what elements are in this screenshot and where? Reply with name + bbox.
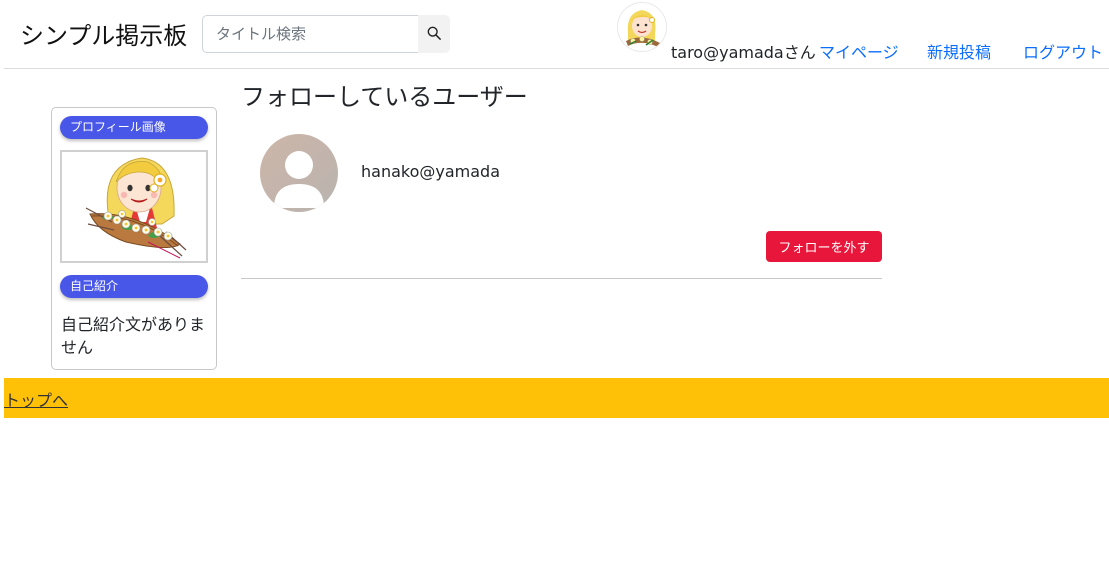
unfollow-button[interactable]: フォローを外す xyxy=(766,231,882,262)
followed-user-name[interactable]: hanako@yamada xyxy=(361,162,500,181)
nav-avatar[interactable] xyxy=(617,2,667,52)
search-form xyxy=(202,15,450,53)
site-brand[interactable]: シンプル掲示板 xyxy=(20,16,187,51)
search-input[interactable] xyxy=(202,15,418,53)
profile-illustration xyxy=(60,150,208,263)
profile-card: プロフィール画像 自己紹介 自己紹介文がありません xyxy=(51,107,217,370)
user-avatar-icon[interactable] xyxy=(260,134,338,212)
current-user-label: taro@yamadaさん xyxy=(671,43,816,62)
nav-link-logout[interactable]: ログアウト xyxy=(1023,39,1103,63)
search-button[interactable] xyxy=(418,15,450,53)
navbar: シンプル掲示板 taro@yam xyxy=(4,0,1109,69)
footer: トップへ xyxy=(4,378,1109,418)
intro-text: 自己紹介文がありません xyxy=(61,315,206,357)
back-to-top-link[interactable]: トップへ xyxy=(4,387,68,411)
profile-image-label: プロフィール画像 xyxy=(60,116,208,139)
divider xyxy=(241,278,882,279)
nav-link-mypage[interactable]: マイページ xyxy=(819,39,899,63)
search-icon xyxy=(427,26,441,43)
followed-user-item: hanako@yamada フォローを外す xyxy=(241,125,882,279)
intro-label: 自己紹介 xyxy=(60,275,208,298)
nav-link-new-post[interactable]: 新規投稿 xyxy=(927,39,991,63)
page-title: フォローしているユーザー xyxy=(241,83,528,111)
